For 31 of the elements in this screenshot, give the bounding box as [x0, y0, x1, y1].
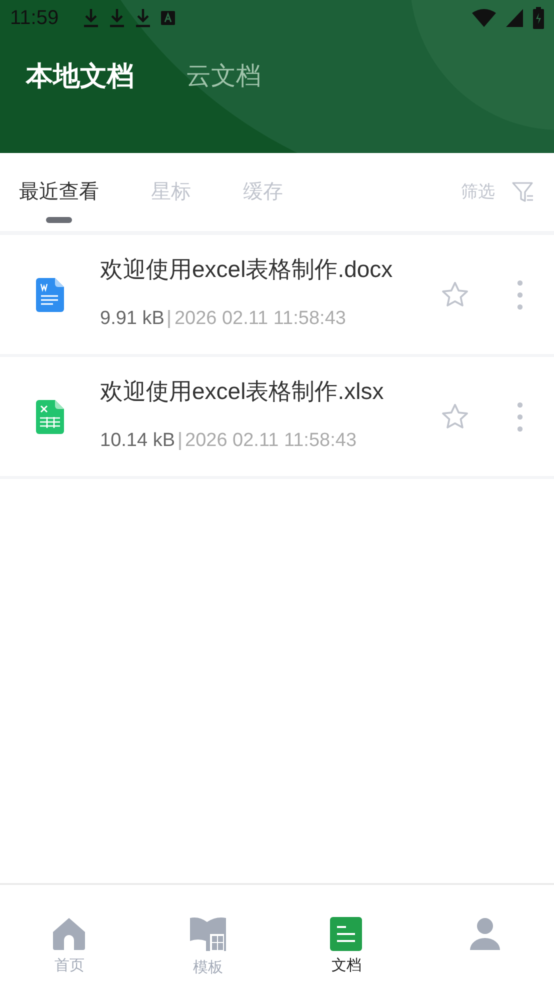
- file-name[interactable]: 欢迎使用excel表格制作.docx: [100, 252, 441, 286]
- file-date: 2026 02.11 11:58:43: [174, 306, 346, 330]
- more-icon[interactable]: [517, 402, 523, 432]
- nav-item[interactable]: 首页: [0, 885, 138, 984]
- star-icon[interactable]: [441, 281, 469, 308]
- header-tab[interactable]: 云文档: [186, 58, 261, 95]
- wifi-icon: [472, 9, 496, 27]
- signal-icon: [506, 9, 523, 27]
- more-icon[interactable]: [517, 280, 523, 310]
- filter-icon[interactable]: [511, 180, 535, 204]
- nav-item[interactable]: 文档: [277, 885, 416, 984]
- download-icon: [82, 8, 99, 28]
- file-name[interactable]: 欢迎使用excel表格制作.xlsx: [100, 374, 441, 408]
- battery-icon: [533, 7, 544, 29]
- tab-indicator: [46, 217, 72, 223]
- notification-icon: [160, 11, 175, 25]
- document-icon: [36, 278, 64, 312]
- filter-tab[interactable]: 最近查看: [19, 177, 99, 207]
- file-size: 9.91 kB: [100, 306, 164, 330]
- clock: 11:59: [10, 6, 59, 31]
- home-icon: [51, 917, 88, 951]
- file-date: 2026 02.11 11:58:43: [185, 428, 357, 452]
- book-icon: [190, 917, 226, 953]
- spreadsheet-icon: [36, 400, 64, 434]
- download-icon: [134, 8, 151, 28]
- file-size: 10.14 kB: [100, 428, 175, 452]
- download-icon: [108, 8, 125, 28]
- nav-item[interactable]: 模板: [138, 885, 277, 984]
- document-icon: [330, 917, 362, 951]
- star-icon[interactable]: [441, 403, 469, 430]
- header-tab[interactable]: 本地文档: [26, 56, 134, 96]
